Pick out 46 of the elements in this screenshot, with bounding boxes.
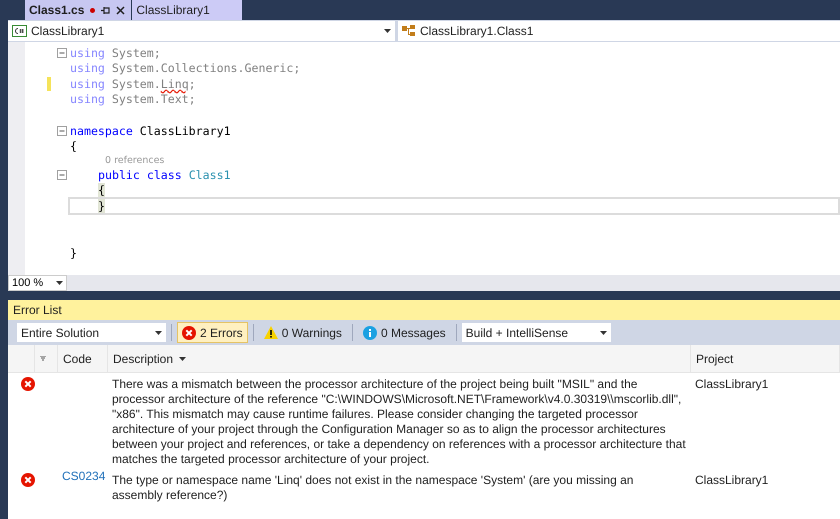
caret-icon: [56, 281, 63, 285]
source-dropdown[interactable]: Build + IntelliSense: [462, 323, 611, 342]
column-header[interactable]: Project: [691, 345, 840, 373]
code-line: using System.Text;: [69, 91, 197, 108]
error-icon: [21, 377, 35, 391]
warning-icon: [264, 326, 278, 339]
caret-icon: [179, 356, 186, 360]
filter-toggle[interactable]: 0 Messages: [358, 322, 451, 343]
scope-dropdown[interactable]: Entire Solution: [17, 323, 166, 342]
code-line: using System;: [69, 44, 162, 62]
code-line: namespace ClassLibrary1: [69, 122, 232, 140]
caret-icon: [155, 330, 162, 334]
code-line: using System.Collections.Generic;: [69, 60, 302, 78]
error-code-link[interactable]: CS0234: [58, 465, 106, 483]
class-icon: [402, 25, 416, 37]
error-description: There was a mismatch between the processor architecture of the project being built "MSIL" and the processor architecture of the reference "C:\WINDOWS\Microsoft.NET\Framework\v4.0.30319\\mscorlib.dll", "x86". This mismatch may cause runtime failures. Please consider changing the targeted processor architecture of your project through the Configuration Manager so as to align the processor architectures between your project and references, or take a dependency on references with a processor architecture that matches the targeted processor architecture of your project.: [111, 376, 687, 468]
info-icon: [362, 326, 377, 340]
error-description: The type or namespace name 'Linq' does not exist in the namespace 'System' (are you missing an assembly reference?): [111, 472, 634, 504]
fold-toggle[interactable]: [57, 48, 67, 58]
code-line: public class Class1: [97, 166, 232, 184]
close-icon[interactable]: [116, 6, 126, 14]
csharp-file-icon: [12, 25, 27, 37]
code-line: {: [69, 138, 78, 156]
code-line: using System.Linq;: [69, 76, 197, 93]
pin-icon[interactable]: [101, 6, 110, 14]
error-icon: [21, 473, 35, 487]
fold-toggle[interactable]: [57, 126, 67, 136]
project-cell-text: ClassLibrary1: [694, 376, 770, 393]
panel-title: Error List: [8, 300, 840, 320]
modified-dot: [90, 8, 96, 12]
fold-toggle[interactable]: [57, 170, 67, 180]
code-line: }: [69, 245, 78, 262]
filter-icon: [40, 356, 46, 362]
column-header[interactable]: Code: [58, 345, 108, 373]
error-icon: [182, 326, 196, 340]
caret-icon: [600, 330, 607, 334]
column-header[interactable]: Description: [108, 345, 691, 373]
zoom-dropdown[interactable]: 100 %: [8, 275, 67, 291]
filter-toggle[interactable]: 0 Warnings: [258, 322, 347, 343]
member-dropdown[interactable]: ClassLibrary1.Class1: [398, 21, 840, 41]
document-tab[interactable]: Class1.cs: [25, 0, 132, 20]
filter-toggle[interactable]: 2 Errors: [177, 322, 248, 343]
document-tab[interactable]: ClassLibrary1: [132, 0, 244, 20]
caret-icon: [384, 29, 391, 33]
project-dropdown[interactable]: ClassLibrary1: [8, 21, 395, 41]
project-cell-text: ClassLibrary1: [694, 472, 770, 489]
